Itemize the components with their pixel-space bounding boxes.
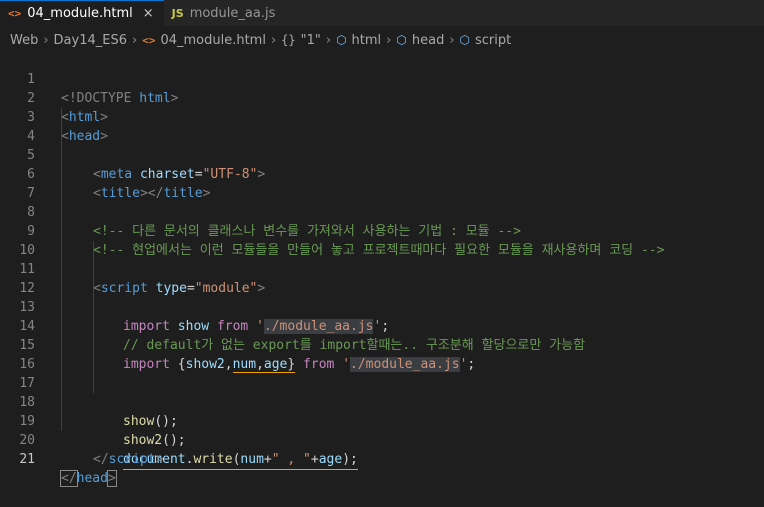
html-file-icon: <> xyxy=(8,7,22,20)
breadcrumb-label: "1" xyxy=(300,32,321,48)
code-line: 7 <!-- 다른 문서의 클래스나 변수를 가져와서 사용하는 기법 : 모듈… xyxy=(0,165,764,239)
cube-icon: ⬡ xyxy=(459,33,471,47)
breadcrumb: Web › Day14_ES6 › <> 04_module.html › {}… xyxy=(0,26,764,54)
code-line: 3 <head> xyxy=(0,89,764,144)
tab-module-aa-js[interactable]: JS module_aa.js xyxy=(164,0,286,26)
indent-guide xyxy=(93,336,94,355)
html-file-icon: <> xyxy=(142,33,156,47)
js-file-icon: JS xyxy=(171,6,184,20)
indent-guide xyxy=(61,336,62,355)
editor-tab-bar: <> 04_module.html × JS module_aa.js xyxy=(0,0,764,26)
chevron-right-icon: › xyxy=(325,32,332,48)
tab-label: module_aa.js xyxy=(189,5,276,21)
indent-guide xyxy=(93,355,94,374)
indent-guide xyxy=(61,355,62,374)
breadcrumb-item-string[interactable]: {} "1" xyxy=(281,33,321,48)
indent-guide xyxy=(93,317,94,336)
code-line: 15 xyxy=(0,317,764,353)
code-line: 21 </head> xyxy=(0,431,764,487)
breadcrumb-label: script xyxy=(475,32,512,48)
tab-04-module-html[interactable]: <> 04_module.html × xyxy=(0,0,164,26)
indent-guide xyxy=(61,298,62,317)
breadcrumb-item-day14[interactable]: Day14_ES6 xyxy=(54,33,127,48)
cube-icon: ⬡ xyxy=(396,33,407,47)
indent-guide xyxy=(61,374,62,393)
chevron-right-icon: › xyxy=(132,32,138,48)
code-line: 13 import {show2,num,age} from './module… xyxy=(0,279,764,373)
indent-guide xyxy=(61,127,62,146)
breadcrumb-item-file[interactable]: <> 04_module.html xyxy=(142,33,266,48)
code-line: 4 <meta charset="UTF-8"> xyxy=(0,108,764,182)
code-line: 14 xyxy=(0,298,764,334)
indent-guide xyxy=(61,184,62,203)
line-number: 21 xyxy=(19,452,35,467)
code-line: 5 <title></title> xyxy=(0,127,764,201)
indent-guide xyxy=(61,146,62,165)
code-line: 12 // default가 없는 export를 import할때는.. 구조… xyxy=(0,260,764,353)
code-line: 2 <html> xyxy=(0,70,764,125)
code-line: 10 <script type="module"> xyxy=(0,222,764,296)
breadcrumb-label: 04_module.html xyxy=(160,32,266,48)
chevron-right-icon: › xyxy=(43,32,49,48)
indent-guide xyxy=(93,279,94,298)
indent-guide xyxy=(61,241,62,260)
braces-icon: {} xyxy=(281,33,296,47)
indent-guide xyxy=(61,165,62,184)
code-line: 1 <!DOCTYPE html> xyxy=(0,51,764,106)
indent-guide xyxy=(61,317,62,336)
code-line: 19 </script> xyxy=(0,393,764,467)
indent-guide xyxy=(61,412,62,431)
chevron-right-icon: › xyxy=(449,32,455,48)
code-line: 6 xyxy=(0,146,764,182)
breadcrumb-label: html xyxy=(351,32,382,48)
indent-guide xyxy=(61,260,62,279)
code-line: 9 xyxy=(0,203,764,239)
breadcrumb-item-web[interactable]: Web xyxy=(10,33,38,48)
code-editor[interactable]: 1 <!DOCTYPE html> 2 <html> 3 <head> 4 <m… xyxy=(0,51,764,487)
indent-guide xyxy=(93,241,94,260)
chevron-right-icon: › xyxy=(386,32,392,48)
indent-guide xyxy=(61,279,62,298)
breadcrumb-item-html[interactable]: ⬡ html xyxy=(336,33,381,48)
chevron-right-icon: › xyxy=(270,32,277,48)
breadcrumb-label: head xyxy=(411,32,445,48)
indent-guide xyxy=(93,260,94,279)
indent-guide xyxy=(93,298,94,317)
indent-guide xyxy=(61,108,62,127)
indent-guide xyxy=(61,393,62,412)
code-line: 17 show2(); xyxy=(0,355,764,448)
indent-guide xyxy=(93,374,94,393)
code-line: 18 document.write(num+" , "+age); xyxy=(0,374,764,470)
breadcrumb-item-script[interactable]: ⬡ script xyxy=(460,33,512,48)
close-icon[interactable]: × xyxy=(143,6,154,21)
code-line: 8 <!-- 현업에서는 이런 모듈들을 만들어 놓고 프로젝트때마다 필요한 … xyxy=(0,184,764,258)
tab-label: 04_module.html xyxy=(27,6,133,21)
code-line: 20 xyxy=(0,412,764,448)
indent-guide xyxy=(61,222,62,241)
cube-icon: ⬡ xyxy=(336,33,347,47)
code-line: 16 show(); xyxy=(0,336,764,429)
breadcrumb-item-head[interactable]: ⬡ head xyxy=(396,33,444,48)
code-line: 11 import show from './module_aa.js'; xyxy=(0,241,764,334)
indent-guide xyxy=(61,203,62,222)
